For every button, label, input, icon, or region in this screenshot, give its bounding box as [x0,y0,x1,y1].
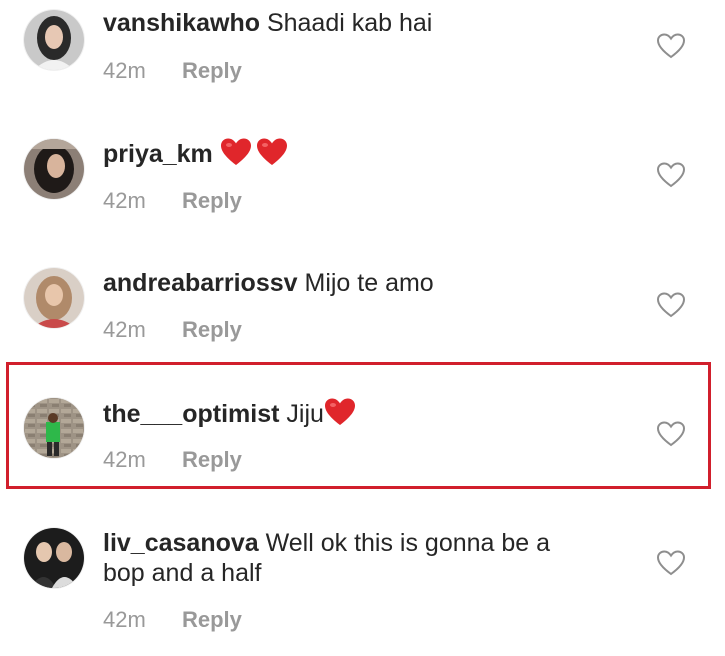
comment-text: priya_km [103,137,623,170]
like-heart-icon[interactable] [656,32,686,60]
like-heart-icon[interactable] [656,549,686,577]
comment-time: 42m [103,317,146,342]
heart-emoji-group [324,397,356,427]
comment-meta: 42m Reply [103,58,242,84]
reply-button[interactable]: Reply [182,447,242,472]
comment-time: 42m [103,188,146,213]
avatar[interactable] [24,398,84,458]
comment-body: Shaadi kab hai [266,9,433,37]
comment-time: 42m [103,58,146,83]
comment-username[interactable]: vanshikawho [103,9,260,37]
comment-time: 42m [103,607,146,632]
reply-button[interactable]: Reply [182,317,242,342]
comment-meta: 42m Reply [103,447,242,473]
like-heart-icon[interactable] [656,291,686,319]
reply-button[interactable]: Reply [182,188,242,213]
comment-text: andreabarriossv Mijo te amo [103,267,623,299]
comment-text: liv_casanova Well ok this is gonna be a [103,527,623,559]
reply-button[interactable]: Reply [182,58,242,83]
comment-body: Well ok this is gonna be a [265,529,551,557]
comment-username[interactable]: andreabarriossv [103,269,298,297]
avatar[interactable] [24,139,84,199]
red-heart-emoji-icon [324,398,355,425]
red-heart-emoji-icon [256,138,287,165]
comment-body: Mijo te amo [304,269,434,297]
comment-text-continued: bop and a half [103,557,623,589]
comment-username[interactable]: liv_casanova [103,529,259,557]
comment-meta: 42m Reply [103,317,242,343]
avatar[interactable] [24,10,84,70]
like-heart-icon[interactable] [656,161,686,189]
comment-username[interactable]: the___optimist [103,400,279,428]
comment-text: vanshikawho Shaadi kab hai [103,7,623,39]
comment-meta: 42m Reply [103,607,242,633]
avatar[interactable] [24,268,84,328]
comment-time: 42m [103,447,146,472]
red-heart-emoji-icon [220,138,251,165]
comment-body-line-2: bop and a half [103,559,262,587]
reply-button[interactable]: Reply [182,607,242,632]
comment-meta: 42m Reply [103,188,242,214]
like-heart-icon[interactable] [656,420,686,448]
heart-emoji-group [220,137,288,167]
comment-text: the___optimist Jiju [103,397,623,430]
comment-username[interactable]: priya_km [103,140,213,168]
comment-body: Jiju [286,400,324,428]
avatar[interactable] [24,528,84,588]
